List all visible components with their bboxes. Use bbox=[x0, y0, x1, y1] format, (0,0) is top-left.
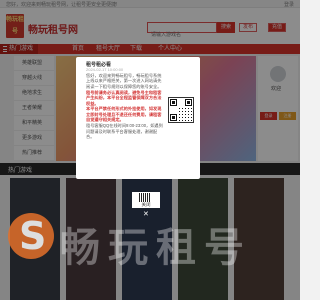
modal-paragraph: 租号客服QQ在线时间9:00-23:00，如遇到问题请及时联系平台客服处理，谢谢… bbox=[86, 123, 163, 139]
modal-date: 2024-02-17 10:00:00 bbox=[86, 67, 124, 72]
modal-close-button[interactable]: 关闭 bbox=[132, 192, 160, 208]
close-icon[interactable]: ✕ bbox=[143, 210, 149, 218]
modal-paragraph-warning: 租号前请务必认真阅读，避免号主和租客产生纠纷，本平台全程监管保障双方合法权益。 bbox=[86, 89, 162, 106]
modal-paragraph-warning: 本平台严禁任何形式的外挂使用，如发现立即封号处理且不退还任何费用，请租客自觉遵守… bbox=[86, 106, 162, 123]
barcode-icon bbox=[139, 193, 151, 202]
notice-modal: 租号租必看 2024-02-17 10:00:00 您好，欢迎来到畅玩租号，畅玩… bbox=[76, 57, 200, 179]
qr-code bbox=[168, 97, 194, 123]
close-label: 关闭 bbox=[141, 202, 151, 207]
modal-body: 您好，欢迎来到畅玩租号，畅玩租号系统上线以来严格把关，第一次进入网站请先阅读一下… bbox=[86, 73, 164, 140]
modal-paragraph: 您好，欢迎来到畅玩租号，畅玩租号系统上线以来严格把关，第一次进入网站请先阅读一下… bbox=[86, 73, 162, 89]
